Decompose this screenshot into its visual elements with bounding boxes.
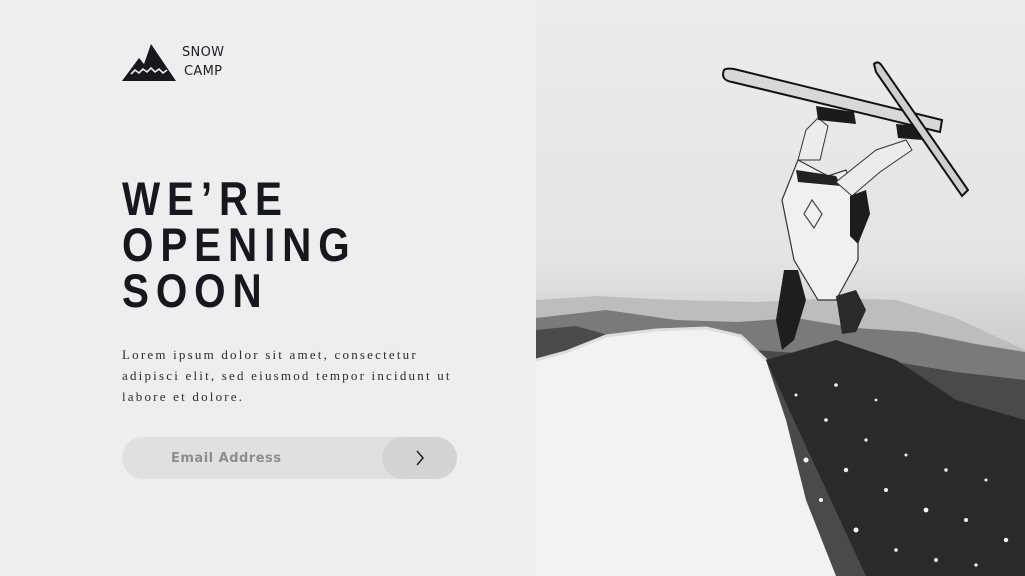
title-line1: WE’RE bbox=[122, 172, 289, 225]
brand-name-line1: SNOW bbox=[182, 45, 225, 60]
skier-backflip-icon bbox=[536, 61, 1025, 576]
brand-logo[interactable]: SNOW CAMP bbox=[122, 42, 224, 82]
email-field[interactable] bbox=[122, 437, 382, 479]
subscribe-form bbox=[122, 437, 457, 479]
page-title: WE’RE OPENING SOON bbox=[122, 172, 357, 317]
mountain-icon bbox=[122, 44, 176, 81]
left-panel: SNOW CAMP WE’RE OPENING SOON Lorem ipsum… bbox=[0, 0, 536, 576]
hero-photo bbox=[536, 0, 1025, 576]
title-line2: OPENING bbox=[122, 218, 357, 271]
title-line3: SOON bbox=[122, 264, 269, 317]
brand-name-line2: CAMP bbox=[184, 64, 223, 79]
submit-button[interactable] bbox=[382, 437, 457, 479]
chevron-right-icon bbox=[415, 450, 424, 466]
brand-name: SNOW CAMP bbox=[182, 43, 224, 81]
description: Lorem ipsum dolor sit amet, consectetur … bbox=[122, 347, 452, 404]
